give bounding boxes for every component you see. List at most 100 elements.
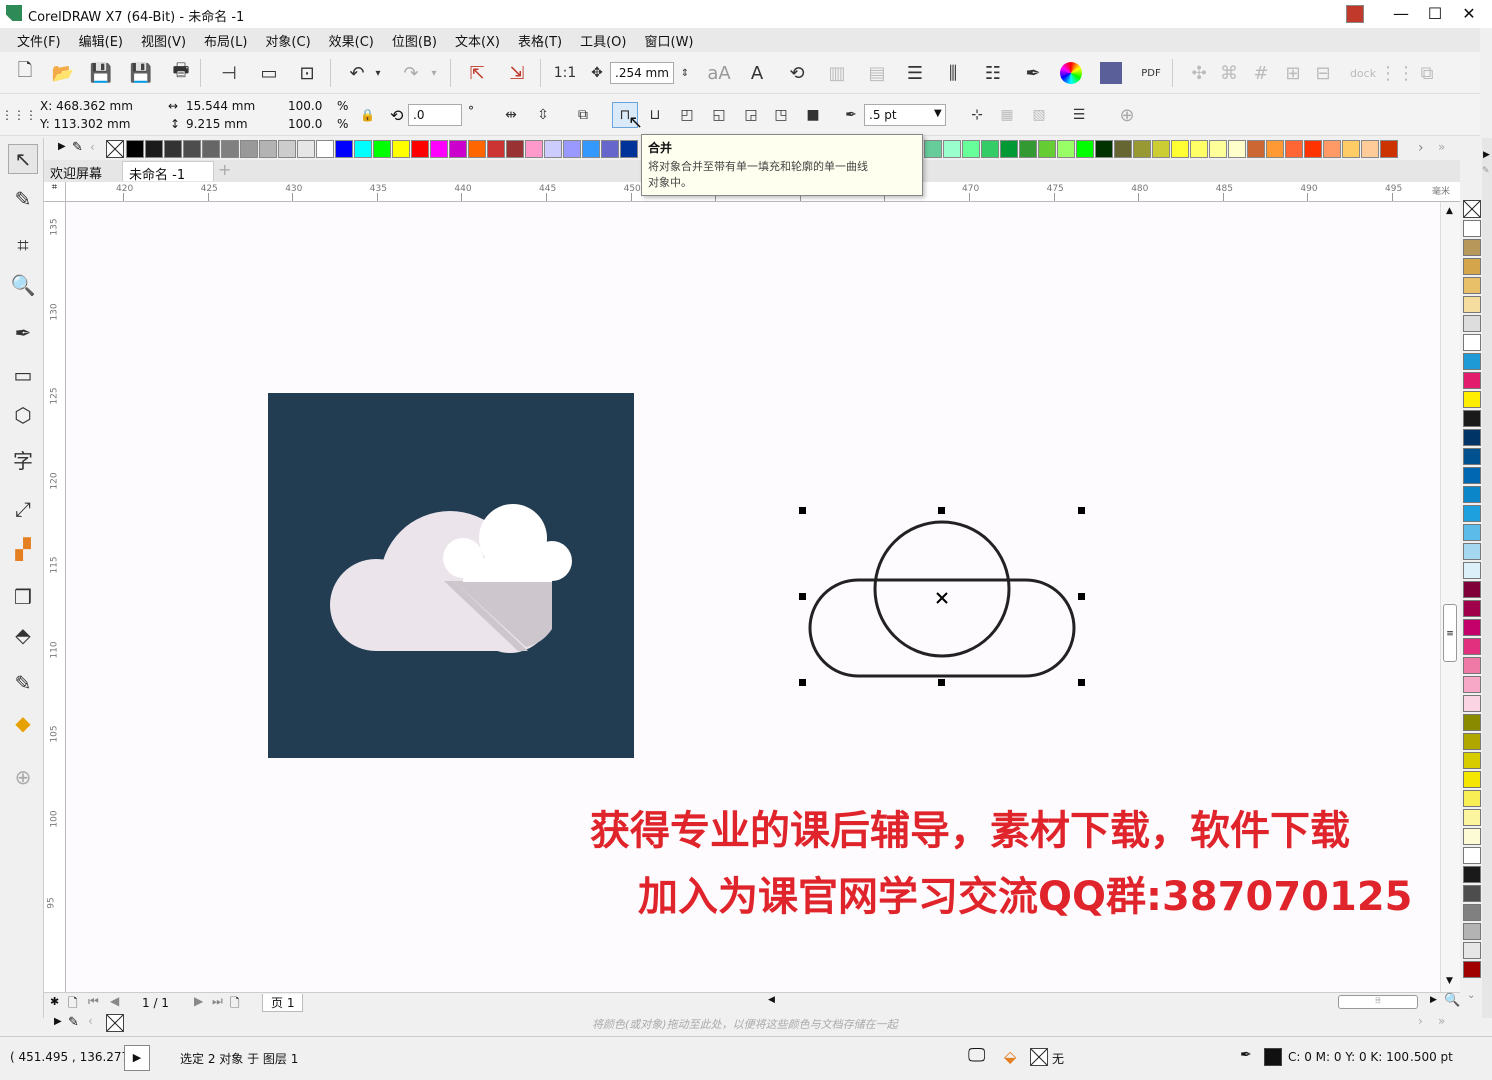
redo-dropdown-icon[interactable]: ▾: [428, 60, 440, 86]
eyedropper-tool-icon[interactable]: ✎: [8, 668, 38, 698]
palette-swatch[interactable]: [1380, 140, 1398, 158]
palette-swatch[interactable]: [1361, 140, 1379, 158]
palette-swatch[interactable]: [297, 140, 315, 158]
selection-handle-ml[interactable]: [799, 593, 806, 600]
vpalette-swatch[interactable]: [1463, 771, 1481, 788]
arrange-icon[interactable]: ▧: [1026, 102, 1052, 128]
vpalette-swatch[interactable]: [1463, 733, 1481, 750]
drawing-canvas[interactable]: 获得专业的课后辅导，素材下载，软件下载 加入为课官网学习交流QQ群:387070…: [66, 202, 1440, 992]
no-fill-swatch[interactable]: [1030, 1048, 1048, 1066]
text-frame-icon[interactable]: A: [744, 60, 770, 86]
palette-scroll-right-icon[interactable]: ›: [1418, 140, 1424, 156]
scroll-thumb[interactable]: ≡: [1443, 604, 1457, 662]
pen-tool-icon[interactable]: ✒: [8, 318, 38, 348]
simplify-icon[interactable]: ◲: [738, 102, 764, 128]
palette-swatch[interactable]: [563, 140, 581, 158]
palette-swatch[interactable]: [1247, 140, 1265, 158]
palette-swatch[interactable]: [943, 140, 961, 158]
close-button[interactable]: ✕: [1452, 2, 1486, 26]
vpalette-swatch[interactable]: [1463, 752, 1481, 769]
next-page-icon[interactable]: ▶: [194, 994, 203, 1008]
scale-y-field[interactable]: 100.0: [288, 117, 322, 131]
palette-swatch[interactable]: [449, 140, 467, 158]
vpalette-swatch[interactable]: [1463, 790, 1481, 807]
no-color-swatch[interactable]: [106, 140, 124, 158]
vpalette-swatch[interactable]: [1463, 923, 1481, 940]
selection-handle-mr[interactable]: [1078, 593, 1085, 600]
scale-x-field[interactable]: 100.0: [288, 99, 322, 113]
palette-swatch[interactable]: [487, 140, 505, 158]
menu-view[interactable]: 视图(V): [132, 31, 195, 50]
open-icon[interactable]: 📂: [50, 60, 76, 86]
snap-icon[interactable]: ✣: [1186, 60, 1212, 86]
vpalette-swatch[interactable]: [1463, 562, 1481, 579]
vertical-ruler[interactable]: 135 130 125 120 115 110 105 100 95: [44, 202, 66, 992]
palette-swatch[interactable]: [259, 140, 277, 158]
vpalette-swatch[interactable]: [1463, 334, 1481, 351]
vpalette-swatch[interactable]: [1463, 220, 1481, 237]
outline-pen-status-icon[interactable]: ✒: [1240, 1047, 1252, 1063]
vpalette-swatch[interactable]: [1463, 961, 1481, 978]
palette-swatch[interactable]: [1076, 140, 1094, 158]
palette-swatch[interactable]: [1323, 140, 1341, 158]
docpal-eyedropper-icon[interactable]: ✎: [68, 1015, 79, 1030]
menu-table[interactable]: 表格(T): [509, 31, 571, 50]
blend-icon[interactable]: ▥: [824, 60, 850, 86]
eyedropper-icon[interactable]: ✎: [72, 140, 83, 155]
tab-welcome[interactable]: 欢迎屏幕: [44, 161, 108, 182]
zoom-1to1-icon[interactable]: 1:1: [552, 60, 578, 86]
vertical-scrollbar[interactable]: ▲ ≡ ▼: [1440, 202, 1460, 992]
palette-swatch[interactable]: [240, 140, 258, 158]
palette-swatch[interactable]: [601, 140, 619, 158]
pdf-icon[interactable]: PDF: [1138, 60, 1164, 86]
palette-swatch[interactable]: [924, 140, 942, 158]
hscroll-left-icon[interactable]: ◀: [768, 995, 775, 1005]
menu-bitmaps[interactable]: 位图(B): [383, 31, 446, 50]
palette-swatch[interactable]: [544, 140, 562, 158]
palette-swatch[interactable]: [221, 140, 239, 158]
palette-swatch[interactable]: [1285, 140, 1303, 158]
menu-text[interactable]: 文本(X): [446, 31, 509, 50]
palette-swatch[interactable]: [1095, 140, 1113, 158]
selection-handle-br[interactable]: [1078, 679, 1085, 686]
vpalette-swatch[interactable]: [1463, 372, 1481, 389]
vpalette-swatch[interactable]: [1463, 809, 1481, 826]
hscroll-right-icon[interactable]: ▶: [1430, 995, 1437, 1005]
palette-swatch[interactable]: [525, 140, 543, 158]
selection-handle-tm[interactable]: [938, 507, 945, 514]
palette-swatch[interactable]: [962, 140, 980, 158]
page-icon[interactable]: ▭: [256, 60, 282, 86]
trim-icon[interactable]: ◰: [674, 102, 700, 128]
vpalette-swatch[interactable]: [1463, 505, 1481, 522]
outline-dropdown-icon[interactable]: ▼: [934, 108, 942, 119]
view-icon[interactable]: ⊡: [294, 60, 320, 86]
mirror-h-icon[interactable]: ⇹: [498, 102, 524, 128]
selection-handle-tr[interactable]: [1078, 507, 1085, 514]
selection-handle-bm[interactable]: [938, 679, 945, 686]
vpalette-swatch[interactable]: [1463, 885, 1481, 902]
grid-icon[interactable]: #: [1248, 60, 1274, 86]
scroll-up-icon[interactable]: ▲: [1446, 206, 1453, 216]
palette-swatch[interactable]: [392, 140, 410, 158]
zoom-tool-icon[interactable]: 🔍: [8, 270, 38, 300]
vpalette-swatch[interactable]: [1463, 277, 1481, 294]
height-field[interactable]: 9.215 mm: [186, 117, 248, 131]
palette-swatch[interactable]: [126, 140, 144, 158]
vpalette-swatch[interactable]: [1463, 904, 1481, 921]
vpalette-swatch[interactable]: [1463, 828, 1481, 845]
color-swatch-icon[interactable]: [1098, 60, 1124, 86]
dimension-tool-icon[interactable]: ⤢: [8, 494, 38, 524]
palette-swatch[interactable]: [468, 140, 486, 158]
color-wheel-icon[interactable]: [1058, 60, 1084, 86]
palette-swatch[interactable]: [981, 140, 999, 158]
vpalette-swatch[interactable]: [1463, 429, 1481, 446]
minimize-button[interactable]: —: [1384, 2, 1418, 26]
selected-outline-shapes[interactable]: [800, 508, 1090, 686]
dock-pin-icon[interactable]: ✎: [1482, 166, 1490, 176]
hscroll-thumb[interactable]: ⦙⦙⦙: [1338, 995, 1418, 1009]
add-tool-icon[interactable]: ⊕: [8, 762, 38, 792]
add-toolbar-icon[interactable]: ⊕: [1114, 102, 1140, 128]
fill-bucket-icon[interactable]: ⬙: [1004, 1047, 1016, 1066]
width-field[interactable]: 15.544 mm: [186, 99, 255, 113]
nudge-spinner-icon[interactable]: ⇕: [676, 60, 694, 86]
